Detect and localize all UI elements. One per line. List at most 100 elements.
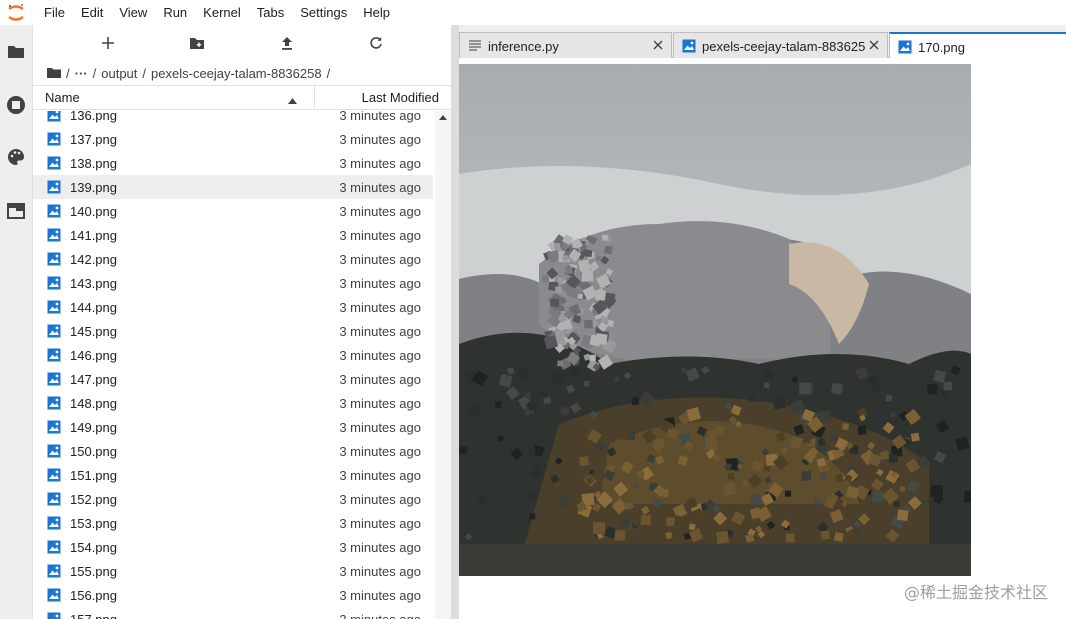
panel-splitter[interactable] [451, 25, 459, 619]
tab-inference-py[interactable]: inference.py [459, 32, 672, 59]
file-name: 137.png [70, 132, 117, 147]
close-icon[interactable] [651, 38, 665, 52]
image-file-icon [47, 252, 61, 266]
file-row[interactable]: 150.png 3 minutes ago [33, 439, 433, 463]
home-folder-icon[interactable] [47, 66, 61, 81]
sort-ascending-icon[interactable] [288, 92, 297, 107]
file-modified: 3 minutes ago [339, 276, 421, 291]
file-row[interactable]: 149.png 3 minutes ago [33, 415, 433, 439]
close-icon[interactable] [867, 38, 881, 52]
running-icon[interactable] [6, 95, 26, 115]
image-file-icon [47, 111, 61, 122]
image-file-icon [47, 492, 61, 506]
file-row[interactable]: 138.png 3 minutes ago [33, 151, 433, 175]
breadcrumb-current-folder[interactable]: pexels-ceejay-talam-8836258 [151, 66, 322, 81]
file-row[interactable]: 140.png 3 minutes ago [33, 199, 433, 223]
file-name: 141.png [70, 228, 117, 243]
file-modified: 3 minutes ago [339, 516, 421, 531]
file-modified: 3 minutes ago [339, 228, 421, 243]
file-row[interactable]: 137.png 3 minutes ago [33, 127, 433, 151]
image-file-icon [47, 420, 61, 434]
file-row[interactable]: 152.png 3 minutes ago [33, 487, 433, 511]
file-name: 145.png [70, 324, 117, 339]
file-name: 143.png [70, 276, 117, 291]
file-row[interactable]: 151.png 3 minutes ago [33, 463, 433, 487]
last-modified-column-header[interactable]: Last Modified [362, 90, 439, 105]
menu-settings[interactable]: Settings [292, 0, 355, 25]
menu-edit[interactable]: Edit [73, 0, 111, 25]
menu-file[interactable]: File [32, 0, 73, 25]
image-file-icon [47, 540, 61, 554]
file-modified: 3 minutes ago [339, 156, 421, 171]
breadcrumb-separator: / [142, 65, 147, 81]
tab-170-png[interactable]: 170.png [889, 32, 1066, 60]
palette-icon[interactable] [6, 147, 26, 167]
file-modified: 3 minutes ago [339, 564, 421, 579]
file-row[interactable]: 155.png 3 minutes ago [33, 559, 433, 583]
file-name: 144.png [70, 300, 117, 315]
menu-view[interactable]: View [111, 0, 155, 25]
name-column-header[interactable]: Name [45, 90, 80, 105]
file-modified: 3 minutes ago [339, 132, 421, 147]
file-modified: 3 minutes ago [339, 612, 421, 619]
image-file-icon [682, 39, 696, 53]
tab-label: 170.png [918, 39, 965, 55]
refresh-button[interactable] [363, 30, 389, 56]
menu-run[interactable]: Run [155, 0, 195, 25]
file-name: 157.png [70, 612, 117, 619]
file-name: 154.png [70, 540, 117, 555]
file-name: 136.png [70, 111, 117, 123]
image-file-icon [47, 564, 61, 578]
file-modified: 3 minutes ago [339, 540, 421, 555]
breadcrumb-separator: / [92, 65, 97, 81]
tab-label: pexels-ceejay-talam-883625 [702, 38, 866, 54]
image-file-icon [47, 612, 61, 619]
upload-button[interactable] [274, 30, 300, 56]
file-row[interactable]: 144.png 3 minutes ago [33, 295, 433, 319]
file-modified: 3 minutes ago [339, 468, 421, 483]
tab-pexels-folder-image[interactable]: pexels-ceejay-talam-883625 [673, 32, 888, 59]
file-row[interactable]: 143.png 3 minutes ago [33, 271, 433, 295]
column-divider[interactable] [314, 86, 315, 110]
file-modified: 3 minutes ago [339, 372, 421, 387]
file-row[interactable]: 157.png 3 minutes ago [33, 607, 433, 619]
main-tab-bar: inference.py pexels-ceejay-talam-883625 … [459, 25, 1066, 60]
file-row[interactable]: 153.png 3 minutes ago [33, 511, 433, 535]
menu-help[interactable]: Help [355, 0, 398, 25]
file-modified: 3 minutes ago [339, 492, 421, 507]
file-name: 142.png [70, 252, 117, 267]
file-name: 151.png [70, 468, 117, 483]
file-list-scrollbar[interactable] [435, 111, 451, 619]
menu-bar: File Edit View Run Kernel Tabs Settings … [0, 0, 1066, 25]
new-launcher-button[interactable] [95, 30, 121, 56]
tabs-icon[interactable] [6, 201, 26, 221]
file-row[interactable]: 154.png 3 minutes ago [33, 535, 433, 559]
file-row[interactable]: 147.png 3 minutes ago [33, 367, 433, 391]
painted-landscape-image [459, 64, 971, 576]
file-modified: 3 minutes ago [339, 324, 421, 339]
folder-icon[interactable] [6, 41, 26, 61]
menu-kernel[interactable]: Kernel [195, 0, 249, 25]
file-row[interactable]: 136.png 3 minutes ago [33, 111, 433, 127]
file-row[interactable]: 141.png 3 minutes ago [33, 223, 433, 247]
image-file-icon [47, 516, 61, 530]
image-file-icon [898, 40, 912, 54]
file-row[interactable]: 148.png 3 minutes ago [33, 391, 433, 415]
file-browser-toolbar [33, 25, 451, 61]
file-name: 146.png [70, 348, 117, 363]
file-list[interactable]: 136.png 3 minutes ago 137.png 3 minutes ago… [33, 111, 451, 619]
file-row[interactable]: 156.png 3 minutes ago [33, 583, 433, 607]
image-file-icon [47, 228, 61, 242]
file-row[interactable]: 146.png 3 minutes ago [33, 343, 433, 367]
file-name: 152.png [70, 492, 117, 507]
breadcrumb-output[interactable]: output [101, 66, 137, 81]
file-row[interactable]: 145.png 3 minutes ago [33, 319, 433, 343]
file-browser: / ··· / output / pexels-ceejay-talam-883… [33, 25, 451, 619]
breadcrumb: / ··· / output / pexels-ceejay-talam-883… [33, 61, 451, 85]
file-row[interactable]: 142.png 3 minutes ago [33, 247, 433, 271]
breadcrumb-ellipsis[interactable]: ··· [75, 66, 88, 81]
file-row[interactable]: 139.png 3 minutes ago [33, 175, 433, 199]
menu-tabs[interactable]: Tabs [249, 0, 292, 25]
new-folder-button[interactable] [184, 30, 210, 56]
scroll-up-icon[interactable] [439, 115, 447, 120]
